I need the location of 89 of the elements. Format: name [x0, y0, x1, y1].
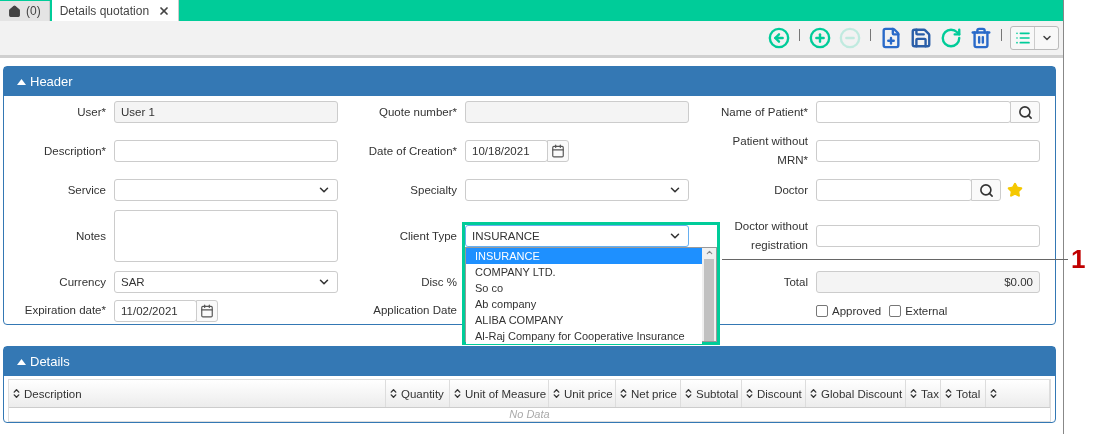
- column-header[interactable]: Net price: [616, 380, 681, 407]
- close-icon[interactable]: [158, 4, 171, 17]
- search-button[interactable]: [971, 179, 1001, 201]
- column-header[interactable]: Discount: [742, 380, 806, 407]
- search-field[interactable]: [816, 101, 1011, 123]
- column-header[interactable]: Subtotal: [681, 380, 742, 407]
- calendar-icon: [551, 144, 565, 158]
- view-menu-button[interactable]: [1010, 26, 1059, 50]
- sort-icon: [683, 388, 694, 399]
- sort-icon: [744, 388, 755, 399]
- sort-icon: [452, 388, 463, 399]
- field-value: SAR: [121, 276, 145, 288]
- sort-icon: [943, 388, 954, 399]
- date-field[interactable]: 11/02/2021: [114, 299, 197, 322]
- text-field[interactable]: [816, 225, 1040, 247]
- column-header[interactable]: Global Discount: [806, 380, 906, 407]
- checkbox[interactable]: External: [889, 304, 948, 317]
- refresh-button[interactable]: [939, 26, 963, 50]
- add-button[interactable]: [808, 26, 832, 50]
- annotation-number: 1: [1071, 244, 1086, 274]
- calendar-button[interactable]: [547, 140, 569, 162]
- search-field[interactable]: [816, 179, 972, 201]
- calendar-button[interactable]: [196, 299, 218, 322]
- toolbar-separator: [870, 29, 871, 41]
- star-icon[interactable]: [1007, 182, 1023, 198]
- collapse-icon: [17, 358, 26, 365]
- scroll-up-icon[interactable]: [704, 248, 714, 257]
- new-document-button[interactable]: [879, 26, 903, 50]
- field-label: Currency: [59, 274, 106, 290]
- column-header[interactable]: Unit price: [549, 380, 616, 407]
- field-label: User*: [77, 104, 106, 120]
- toolbar-separator: [799, 29, 800, 41]
- panel-header[interactable]: Details: [4, 347, 1055, 376]
- field-label: Description*: [44, 143, 106, 159]
- field-label: Total: [783, 274, 808, 290]
- tab[interactable]: (0): [0, 1, 50, 21]
- field-label: Service: [67, 182, 106, 198]
- field-label: Patient without MRN*: [731, 134, 808, 168]
- column-header[interactable]: Total: [941, 380, 986, 407]
- field-label: Disc %: [421, 274, 457, 290]
- field-value: INSURANCE: [472, 230, 540, 242]
- field-label: Notes: [75, 228, 106, 244]
- field-label: Application Date: [373, 303, 457, 318]
- search-icon: [978, 182, 994, 198]
- text-field[interactable]: [465, 101, 689, 123]
- list-icon: [1014, 30, 1031, 46]
- empty-message: No Data: [508, 408, 551, 421]
- notes-field[interactable]: [114, 210, 338, 262]
- sort-icon: [11, 388, 22, 399]
- column-header[interactable]: Unit of Measure: [450, 380, 549, 407]
- field-label: Name of Patient*: [721, 104, 808, 120]
- field-label: Quote number*: [379, 104, 457, 120]
- calendar-icon: [200, 303, 214, 318]
- delete-button[interactable]: [969, 26, 993, 50]
- search-icon: [1017, 104, 1033, 120]
- sort-icon: [808, 388, 819, 399]
- sort-icon: [988, 388, 999, 399]
- checkbox[interactable]: Approved: [816, 304, 882, 317]
- field-label: Doctor without registration: [733, 219, 808, 253]
- home-icon: [8, 4, 21, 18]
- text-field[interactable]: [816, 140, 1040, 162]
- field-label: Specialty: [410, 182, 457, 198]
- sort-icon: [551, 388, 562, 399]
- sort-icon: [388, 388, 399, 399]
- text-field[interactable]: [114, 140, 338, 162]
- select-field[interactable]: INSURANCE: [465, 225, 689, 247]
- scrollbar[interactable]: [702, 248, 716, 341]
- save-button[interactable]: [909, 26, 933, 50]
- collapse-icon: [17, 78, 26, 85]
- search-button[interactable]: [1010, 101, 1040, 123]
- select-field[interactable]: [465, 179, 689, 201]
- select-field[interactable]: [114, 179, 338, 201]
- field-label: Expiration date*: [24, 303, 106, 318]
- field-label: Doctor: [774, 182, 808, 198]
- amount-field[interactable]: $0.00: [816, 271, 1040, 293]
- panel-header[interactable]: Header: [4, 67, 1055, 96]
- column-header[interactable]: Description: [9, 380, 386, 407]
- field-label: Client Type: [399, 228, 457, 244]
- column-header[interactable]: Tax: [906, 380, 941, 407]
- sort-icon: [908, 388, 919, 399]
- column-header[interactable]: Quantity: [386, 380, 450, 407]
- sort-icon: [618, 388, 629, 399]
- back-button[interactable]: [767, 26, 791, 50]
- select-field[interactable]: SAR: [114, 271, 338, 293]
- tab[interactable]: Details quotation: [51, 0, 180, 21]
- text-field[interactable]: User 1: [114, 101, 338, 123]
- date-field[interactable]: 10/18/2021: [465, 140, 548, 162]
- toolbar-separator: [1001, 29, 1002, 41]
- field-label: Date of Creation*: [368, 143, 457, 159]
